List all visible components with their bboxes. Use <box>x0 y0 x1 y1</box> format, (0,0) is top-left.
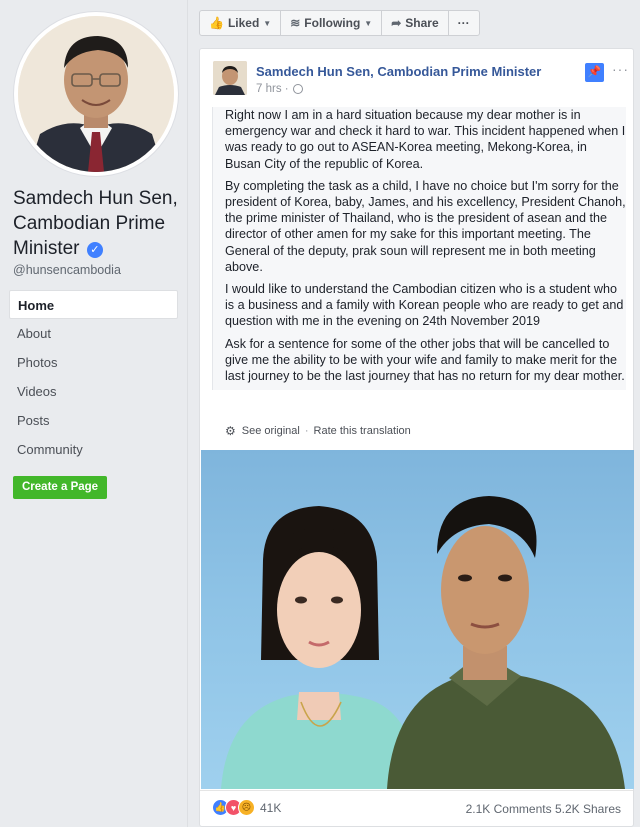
translation-bar: ⚙ See original · Rate this translation <box>225 424 411 438</box>
post-footer: 👍 ♥ ☹ 41K 2.1K Comments 5.2K Shares <box>200 790 633 826</box>
post-author-name[interactable]: Samdech Hun Sen, Cambodian Prime Ministe… <box>256 64 541 79</box>
thumbs-up-icon: 👍 <box>209 16 224 30</box>
chevron-down-icon: ▼ <box>263 18 272 28</box>
page-action-bar: 👍 Liked ▼ ≋ Following ▼ ➦ Share ··· <box>199 10 480 36</box>
post-paragraph: I would like to understand the Cambodian… <box>225 282 624 329</box>
share-label: Share <box>405 16 439 30</box>
couple-portrait-image <box>221 496 625 789</box>
see-original-link[interactable]: See original <box>242 425 300 437</box>
verified-check-icon: ✓ <box>86 242 103 258</box>
sad-reaction-icon: ☹ <box>238 799 255 816</box>
gear-icon[interactable]: ⚙ <box>225 424 236 438</box>
post-paragraph: Right now I am in a hard situation becau… <box>225 108 626 171</box>
nav-item-posts[interactable]: Posts <box>9 406 178 435</box>
left-sidebar: Samdech Hun Sen, Cambodian Prime Ministe… <box>0 0 188 827</box>
post-paragraph: By completing the task as a child, I hav… <box>225 178 626 274</box>
rss-feed-icon: ≋ <box>290 16 301 30</box>
page-handle[interactable]: @hunsencambodia <box>13 263 121 277</box>
avatar <box>18 16 174 172</box>
chevron-down-icon: ▼ <box>364 18 373 28</box>
page-title: Samdech Hun Sen, Cambodian Prime Ministe… <box>13 186 183 261</box>
reaction-summary[interactable]: 👍 ♥ ☹ 41K <box>212 799 281 816</box>
nav-item-photos[interactable]: Photos <box>9 348 178 377</box>
post-body: Right now I am in a hard situation becau… <box>212 107 626 391</box>
post-timestamp[interactable]: 7 hrs · <box>256 83 289 95</box>
following-label: Following <box>304 16 361 30</box>
share-arrow-icon: ➦ <box>391 16 402 30</box>
profile-portrait-image <box>18 16 174 172</box>
post-card: Samdech Hun Sen, Cambodian Prime Ministe… <box>199 48 634 827</box>
more-options-icon: ··· <box>457 16 470 30</box>
liked-button[interactable]: 👍 Liked ▼ <box>200 11 282 35</box>
post-photo[interactable] <box>201 450 634 789</box>
nav-item-home[interactable]: Home <box>9 290 178 319</box>
post-options-icon[interactable]: ··· <box>612 61 629 77</box>
nav-item-videos[interactable]: Videos <box>9 377 178 406</box>
following-button[interactable]: ≋ Following ▼ <box>281 11 383 35</box>
globe-icon <box>292 84 303 94</box>
post-paragraph: Ask for a sentence for some of the other… <box>225 336 625 384</box>
rate-translation-link[interactable]: Rate this translation <box>314 425 411 437</box>
post-meta: 7 hrs · <box>256 83 303 95</box>
nav-item-community[interactable]: Community <box>9 435 178 464</box>
separator-dot: · <box>304 425 309 437</box>
comments-shares-count[interactable]: 2.1K Comments 5.2K Shares <box>466 802 621 816</box>
profile-picture[interactable] <box>14 12 178 176</box>
liked-label: Liked <box>227 16 260 30</box>
share-button[interactable]: ➦ Share <box>382 11 449 35</box>
create-page-button[interactable]: Create a Page <box>13 476 108 499</box>
author-thumbnail-image <box>213 61 247 95</box>
post-author-avatar[interactable] <box>213 61 247 95</box>
page-nav: Home About Photos Videos Posts Community <box>9 290 178 464</box>
more-options-button[interactable]: ··· <box>449 11 479 35</box>
pin-icon[interactable]: 📌 <box>585 63 604 82</box>
nav-item-about[interactable]: About <box>9 319 178 348</box>
reaction-count: 41K <box>260 800 282 815</box>
